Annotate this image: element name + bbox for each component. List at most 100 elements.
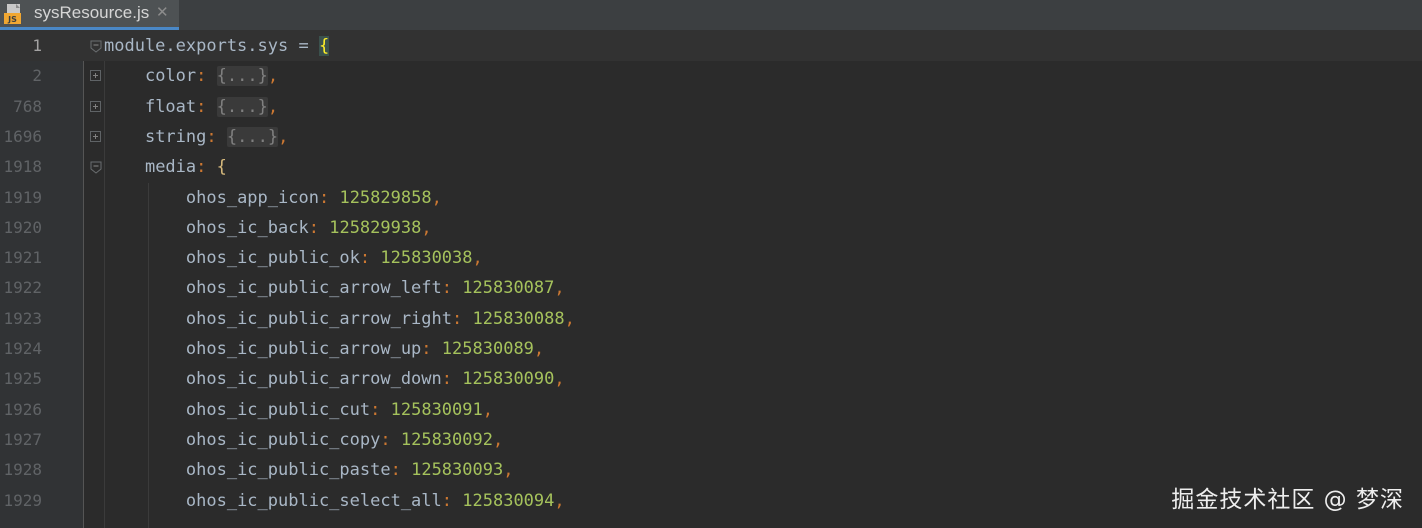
fold-collapse-icon[interactable] (90, 161, 102, 174)
fold-expand-icon[interactable] (90, 101, 101, 112)
code-colon: : (452, 309, 463, 329)
code-number: 125830094 (462, 491, 555, 511)
code-key: ohos_ic_back (185, 218, 309, 238)
code-number: 125829858 (339, 188, 432, 208)
code-key: float (144, 97, 197, 117)
code-number: 125830091 (390, 400, 483, 420)
code-text: float: {...}, (104, 92, 278, 122)
code-colon: : (441, 278, 453, 298)
code-open-brace: { (318, 36, 330, 56)
code-editor[interactable]: 1 module.exports.sys = {2 color: {...}, 76… (0, 31, 1422, 528)
code-comma: , (564, 309, 575, 329)
line-number: 1921 (3, 248, 42, 267)
code-number: 125830092 (400, 430, 493, 450)
code-colon: : (196, 157, 207, 177)
code-line[interactable]: 1696 string: {...}, (0, 122, 1422, 152)
code-text: string: {...}, (104, 122, 288, 152)
code-key: ohos_ic_public_select_all (185, 491, 442, 511)
code-comma: , (431, 188, 442, 208)
code-key: ohos_ic_public_copy (185, 430, 381, 450)
code-comma: , (533, 339, 545, 359)
line-number: 1 (32, 36, 42, 55)
code-key: ohos_ic_public_ok (185, 248, 360, 268)
code-colon: : (390, 460, 401, 480)
code-key: ohos_ic_public_arrow_up (185, 339, 422, 359)
line-number: 1696 (3, 127, 42, 146)
code-colon: : (196, 66, 207, 86)
code-line[interactable]: 1 module.exports.sys = { (0, 31, 1422, 61)
code-line[interactable]: 1924 ohos_ic_public_arrow_up: 125830089, (0, 334, 1422, 364)
code-key: ohos_ic_public_arrow_right (185, 309, 452, 329)
code-comma: , (482, 400, 493, 420)
code-line[interactable]: 1925 ohos_ic_public_arrow_down: 12583009… (0, 364, 1422, 394)
code-text: ohos_ic_public_select_all: 125830094, (104, 486, 565, 516)
code-comma: , (492, 430, 504, 450)
line-number: 2 (32, 66, 42, 85)
code-colon: : (206, 127, 217, 147)
code-line[interactable]: 768 float: {...}, (0, 92, 1422, 122)
code-key: color (144, 66, 197, 86)
line-number: 1929 (3, 491, 42, 510)
code-number: 125830087 (462, 278, 555, 298)
code-key: ohos_ic_public_paste (185, 460, 391, 480)
code-number: 125830093 (411, 460, 504, 480)
code-line[interactable]: 1927 ohos_ic_public_copy: 125830092, (0, 425, 1422, 455)
tab-filename: sysResource.js (34, 3, 150, 22)
code-text: ohos_app_icon: 125829858, (104, 183, 442, 213)
code-text: ohos_ic_public_cut: 125830091, (104, 395, 493, 425)
code-line[interactable]: 1922 ohos_ic_public_arrow_left: 12583008… (0, 273, 1422, 303)
line-number: 1920 (3, 218, 42, 237)
code-text: ohos_ic_public_arrow_left: 125830087, (104, 273, 565, 303)
code-key: string (144, 127, 207, 147)
code-module-exports: module.exports.sys = (104, 36, 319, 56)
code-line[interactable]: 1921 ohos_ic_public_ok: 125830038, (0, 243, 1422, 273)
code-comma: , (267, 97, 279, 117)
code-colon: : (370, 400, 381, 420)
fold-collapse-icon[interactable] (90, 40, 102, 53)
code-line[interactable]: 2 color: {...}, (0, 61, 1422, 91)
line-number: 768 (13, 97, 42, 116)
line-number: 1926 (3, 400, 42, 419)
fold-expand-icon[interactable] (90, 70, 101, 81)
code-comma: , (554, 491, 565, 511)
line-number: 1922 (3, 278, 42, 297)
line-number: 1919 (3, 188, 42, 207)
close-icon[interactable]: ✕ (156, 1, 169, 23)
editor-tab-strip: JS sysResource.js ✕ (0, 0, 1422, 31)
line-number: 1927 (3, 430, 42, 449)
folded-placeholder[interactable]: {...} (216, 66, 268, 86)
line-number: 1928 (3, 460, 42, 479)
code-colon: : (441, 491, 453, 511)
folded-placeholder[interactable]: {...} (226, 127, 279, 147)
code-comma: , (421, 218, 432, 238)
fold-expand-icon[interactable] (90, 131, 101, 142)
code-line[interactable]: 1919 ohos_app_icon: 125829858, (0, 183, 1422, 213)
code-line[interactable]: 1926 ohos_ic_public_cut: 125830091, (0, 395, 1422, 425)
code-number: 125830088 (472, 309, 565, 329)
code-line[interactable]: 1920 ohos_ic_back: 125829938, (0, 213, 1422, 243)
code-comma: , (267, 66, 279, 86)
code-text: media: { (104, 152, 227, 182)
code-comma: , (472, 248, 483, 268)
code-colon: : (380, 430, 391, 450)
code-text: ohos_ic_back: 125829938, (104, 213, 432, 243)
code-comma: , (503, 460, 514, 480)
code-line[interactable]: 1918 media: { (0, 152, 1422, 182)
tab-sysresource-js[interactable]: JS sysResource.js ✕ (0, 0, 179, 30)
code-key: ohos_ic_public_arrow_left (185, 278, 442, 298)
code-number: 125830038 (380, 248, 473, 268)
code-line[interactable]: 1923 ohos_ic_public_arrow_right: 1258300… (0, 304, 1422, 334)
code-colon: : (359, 248, 371, 268)
code-colon: : (421, 339, 432, 359)
code-key: ohos_ic_public_arrow_down (185, 369, 442, 389)
line-number: 1918 (3, 157, 42, 176)
code-colon: : (441, 369, 453, 389)
code-number: 125829938 (329, 218, 422, 238)
watermark: 掘金技术社区 @ 梦深 (1171, 487, 1404, 513)
js-file-icon: JS (4, 3, 26, 25)
code-text: ohos_ic_public_ok: 125830038, (104, 243, 483, 273)
code-comma: , (554, 278, 565, 298)
folded-placeholder[interactable]: {...} (216, 97, 268, 117)
svg-text:JS: JS (7, 15, 17, 24)
code-text: ohos_ic_public_arrow_down: 125830090, (104, 364, 565, 394)
